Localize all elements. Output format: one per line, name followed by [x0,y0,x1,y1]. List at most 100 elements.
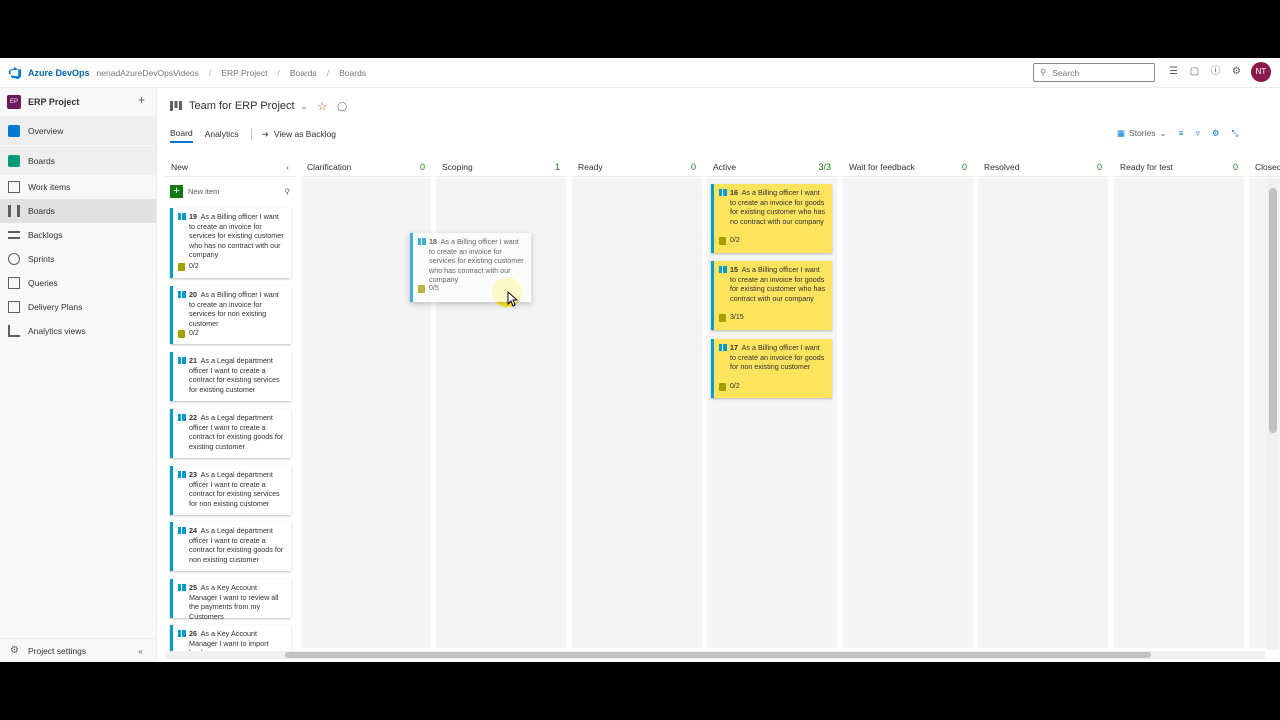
sidebar-item-work-items[interactable]: Work items [0,175,156,199]
breadcrumb-boards-hub[interactable]: Boards [290,68,317,78]
sidebar-item-queries[interactable]: Queries [0,271,156,295]
column-header-wait-for-feedback[interactable]: Wait for feedback 0 [843,157,973,177]
column-body-resolved[interactable] [978,178,1108,648]
task-progress[interactable]: 0/2 [178,262,199,272]
task-progress[interactable]: 0/2 [719,382,740,392]
tab-analytics[interactable]: Analytics [205,126,239,142]
user-story-icon [178,630,186,637]
team-members-icon[interactable]: ◯ [337,101,347,112]
sidebar-item-overview[interactable]: Overview [0,116,156,145]
card-title[interactable]: 15 As a Billing officer I want to create… [730,265,827,303]
card-title[interactable]: 24 As a Legal department officer I want … [189,526,286,564]
avatar[interactable]: NT [1251,62,1271,82]
user-story-icon [178,471,186,478]
card-title[interactable]: 19 As a Billing officer I want to create… [189,212,286,260]
collapse-sidebar-icon[interactable]: « [138,646,143,656]
card-title[interactable]: 20 As a Billing officer I want to create… [189,290,286,328]
collapse-column-icon[interactable]: ‹ [286,162,289,172]
settings-icon[interactable]: ⚙ [1212,128,1220,139]
scrollbar-thumb[interactable] [285,652,1151,658]
search-icon[interactable]: ⚲ [285,187,291,196]
chevron-down-icon[interactable]: ⌄ [1160,128,1167,139]
work-item-card-26[interactable]: 26 As a Key Account Manager I want to im… [170,625,291,652]
card-title[interactable]: 26 As a Key Account Manager I want to im… [189,629,286,652]
work-item-card-24[interactable]: 24 As a Legal department officer I want … [170,522,291,571]
column-body-wait-for-feedback[interactable] [843,178,973,648]
scrollbar-thumb[interactable] [1269,188,1277,433]
sidebar-item-boards[interactable]: Boards [0,199,156,223]
column-count: 1 [554,161,560,172]
work-item-card-21[interactable]: 21 As a Legal department officer I want … [170,352,291,401]
project-settings-link[interactable]: ⚙ Project settings « [0,638,157,662]
column-header-scoping[interactable]: Scoping 1 [436,157,566,177]
user-story-icon [178,584,186,591]
work-item-card-17[interactable]: 17 As a Billing officer I want to create… [711,339,832,398]
card-title[interactable]: 22 As a Legal department officer I want … [189,413,286,451]
sidebar-item-label: Sprints [28,254,55,264]
work-item-card-22[interactable]: 22 As a Legal department officer I want … [170,409,291,458]
work-item-card-23[interactable]: 23 As a Legal department officer I want … [170,466,291,515]
search-box[interactable]: ⚲ Search [1033,63,1155,82]
sidebar-item-boards-hub[interactable]: Boards [0,146,156,175]
column-header-closed[interactable]: Closed [1249,157,1280,177]
column-header-clarification[interactable]: Clarification 0 [301,157,431,177]
project-name: ERP Project [28,97,80,107]
card-title[interactable]: 18 As a Billing officer I want to create… [429,237,526,285]
card-title[interactable]: 17 As a Billing officer I want to create… [730,343,827,372]
column-header-active[interactable]: Active 3/3 [707,157,837,177]
vertical-scrollbar[interactable] [1267,178,1279,650]
column-body-ready[interactable] [572,178,702,648]
favorite-star-icon[interactable]: ☆ [317,100,327,113]
card-title[interactable]: 23 As a Legal department officer I want … [189,470,286,508]
column-name: Resolved [984,161,1020,172]
brand-link[interactable]: Azure DevOps [28,68,90,78]
work-item-card-25[interactable]: 25 As a Key Account Manager I want to re… [170,579,291,621]
breadcrumb-project[interactable]: ERP Project [221,68,267,78]
shopping-bag-icon[interactable]: ▢ [1189,66,1200,77]
new-item-button[interactable]: + New item ⚲ [170,183,292,199]
tab-board[interactable]: Board [170,125,193,143]
column-body-ready-for-test[interactable] [1114,178,1244,648]
sidebar-item-analytics-views[interactable]: Analytics views [0,319,156,343]
sidebar-item-sprints[interactable]: Sprints [0,247,156,271]
filter-icon[interactable]: ▿ [1196,128,1200,139]
card-title-text: As a Legal department officer I want to … [189,470,280,508]
column-count: 0 [690,161,696,172]
task-progress[interactable]: 0/5 [418,284,439,294]
horizontal-scrollbar[interactable] [165,651,1265,659]
column-header-resolved[interactable]: Resolved 0 [978,157,1108,177]
card-title[interactable]: 21 As a Legal department officer I want … [189,356,286,394]
column-header-ready[interactable]: Ready 0 [572,157,702,177]
backlog-level-picker[interactable]: Stories [1129,128,1155,138]
sidebar-item-delivery-plans[interactable]: Delivery Plans [0,295,156,319]
project-header[interactable]: EP ERP Project + [0,88,156,116]
user-story-icon [178,291,186,298]
work-item-card-19[interactable]: 19 As a Billing officer I want to create… [170,208,291,278]
card-title[interactable]: 16 As a Billing officer I want to create… [730,188,827,226]
work-item-card-20[interactable]: 20 As a Billing officer I want to create… [170,286,291,344]
column-header-ready-for-test[interactable]: Ready for test 0 [1114,157,1244,177]
help-icon[interactable]: ⓘ [1210,66,1221,77]
column-options-icon[interactable]: ≡ [1179,128,1184,138]
user-settings-icon[interactable]: ⚙ [1231,66,1242,77]
breadcrumb-org[interactable]: nenadAzureDevOpsVideos [97,68,199,78]
sidebar-item-label: Analytics views [28,326,86,336]
team-title[interactable]: Team for ERP Project [189,100,295,112]
column-name: Active [713,161,737,172]
sidebar-item-backlogs[interactable]: Backlogs [0,223,156,247]
column-count: 3/3 [818,161,831,172]
fullscreen-icon[interactable]: ⤡ [1232,128,1239,139]
add-icon[interactable]: + [138,93,145,107]
task-progress[interactable]: 0/2 [178,329,199,339]
task-progress[interactable]: 3/15 [719,313,744,323]
breadcrumb-boards-page[interactable]: Boards [339,68,366,78]
work-item-card-16[interactable]: 16 As a Billing officer I want to create… [711,184,832,253]
list-settings-icon[interactable]: ☰ [1168,66,1179,77]
task-progress[interactable]: 0/2 [719,236,740,246]
azure-devops-logo-icon[interactable] [8,66,22,80]
card-title[interactable]: 25 As a Key Account Manager I want to re… [189,583,286,621]
view-as-backlog-link[interactable]: View as Backlog [274,129,336,139]
work-item-card-15[interactable]: 15 As a Billing officer I want to create… [711,261,832,330]
column-header-new[interactable]: New ‹ [165,157,295,177]
chevron-down-icon[interactable]: ⌄ [301,102,308,111]
